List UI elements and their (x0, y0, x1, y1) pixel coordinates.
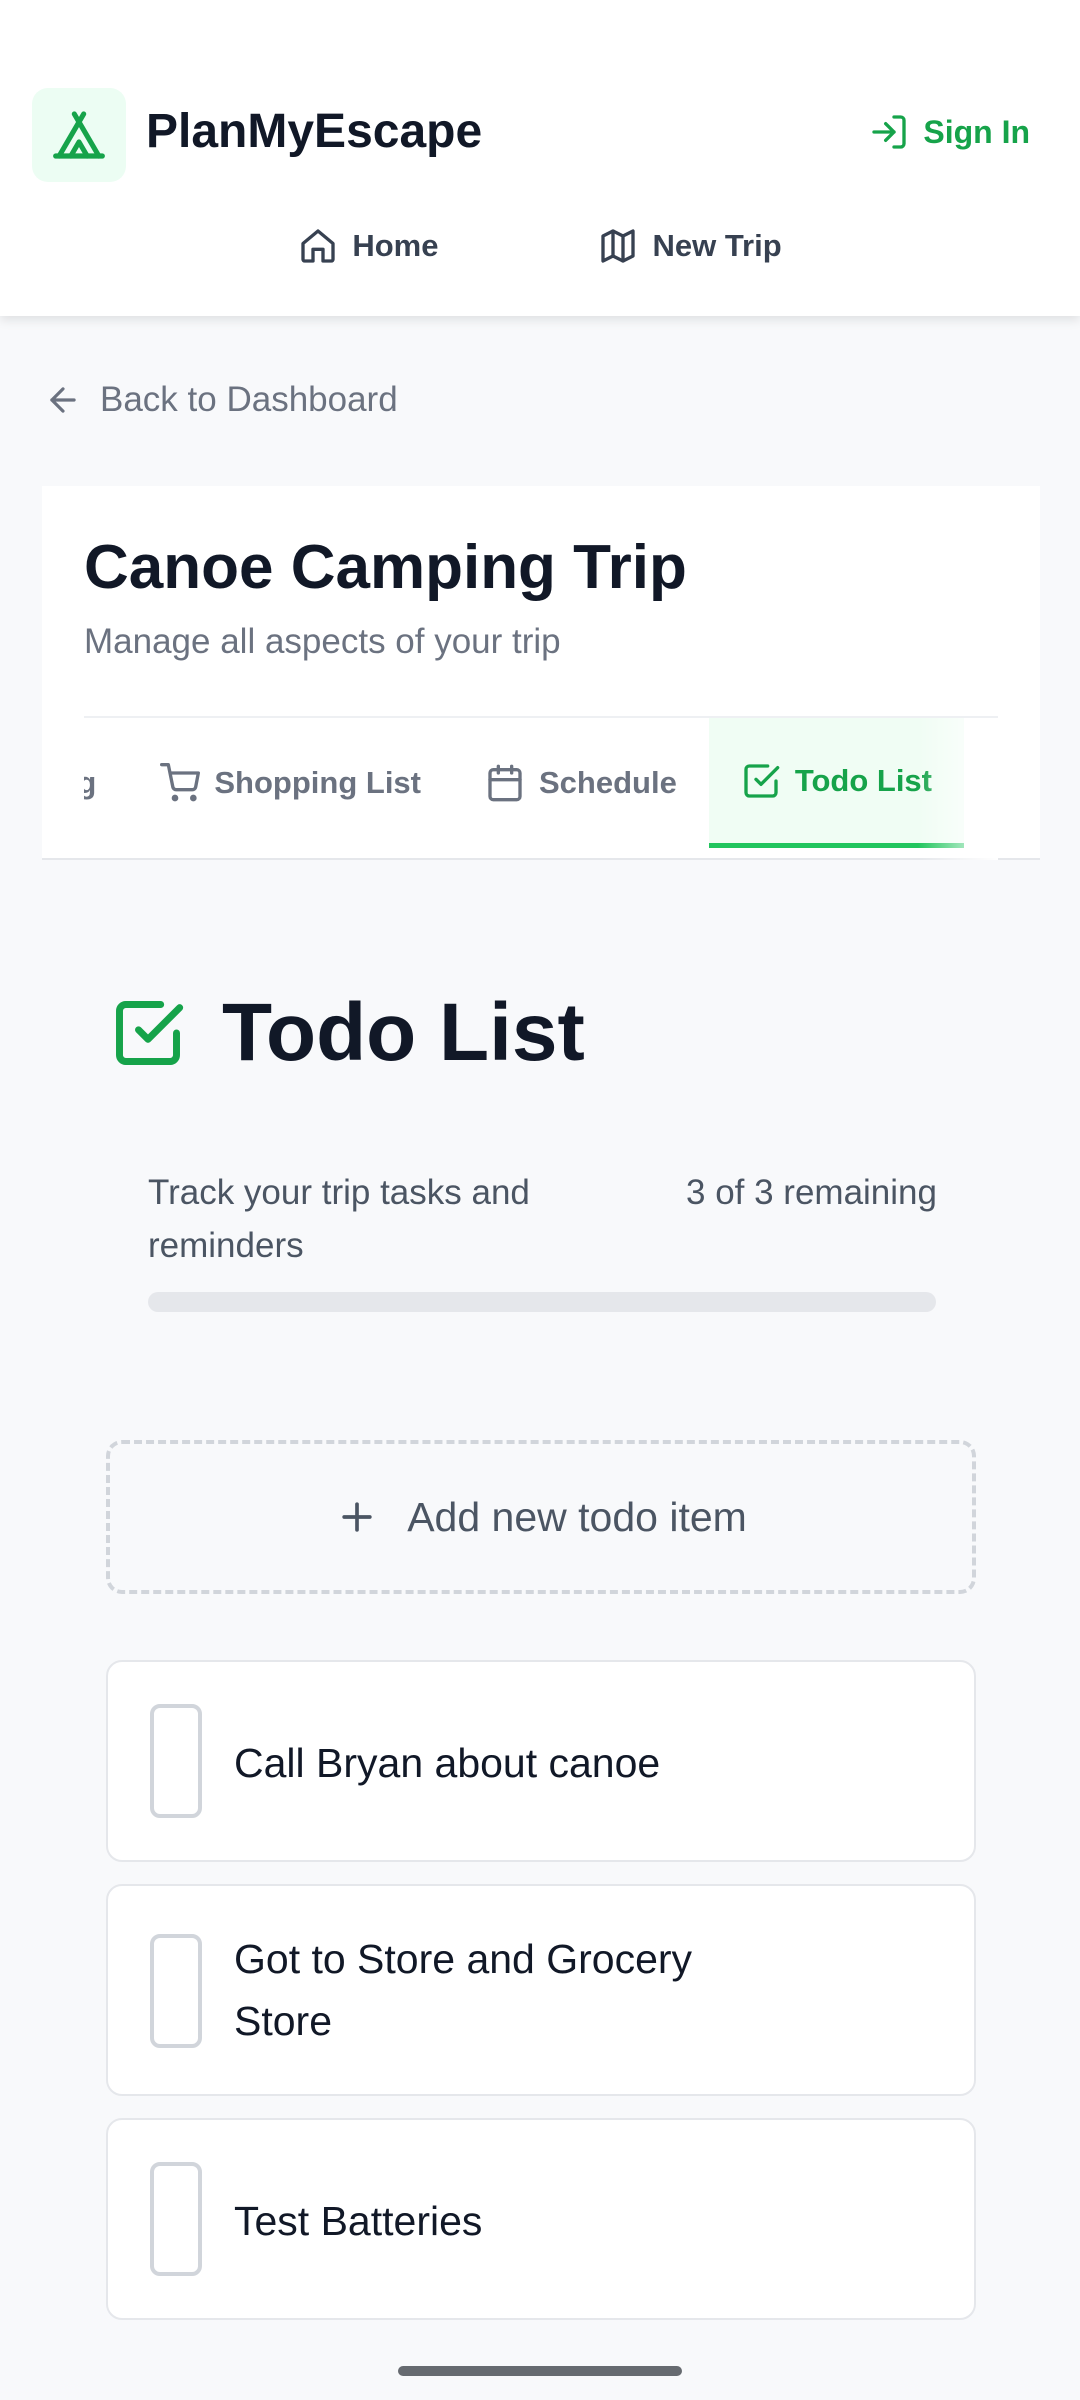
todo-item: Got to Store and Grocery Store (106, 1884, 976, 2096)
trip-card: Canoe Camping Trip Manage all aspects of… (42, 486, 1040, 860)
back-to-dashboard-link[interactable]: Back to Dashboard (44, 380, 398, 420)
todo-checkbox[interactable] (150, 1934, 202, 2048)
todo-text: Call Bryan about canoe (234, 1740, 661, 1786)
add-todo-label: Add new todo item (407, 1493, 747, 1540)
remaining-count: 3 of 3 remaining (686, 1173, 937, 1212)
todo-text: Test Batteries (234, 2198, 483, 2244)
tab-shopping-list[interactable]: Shopping List (128, 718, 453, 848)
tent-icon (53, 111, 105, 159)
todo-item: Call Bryan about canoe (106, 1660, 976, 1862)
main-nav: Home New Trip (0, 226, 1080, 266)
nav-new-trip[interactable]: New Trip (598, 226, 782, 266)
tabs-scroll-fade (918, 718, 998, 860)
todo-section-title: Todo List (222, 987, 585, 1078)
todo-description: Track your trip tasks and reminders (148, 1173, 530, 1265)
home-icon (301, 229, 335, 263)
todo-checkbox[interactable] (150, 1704, 202, 1818)
tab-schedule[interactable]: Schedule (453, 718, 709, 848)
logo[interactable] (32, 88, 126, 182)
app-title[interactable]: PlanMyEscape (146, 104, 482, 159)
progress-bar (148, 1292, 936, 1312)
trip-title: Canoe Camping Trip (84, 533, 687, 602)
todo-section-header: Todo List (110, 986, 585, 1080)
add-todo-button[interactable]: Add new todo item (106, 1440, 976, 1594)
todo-checkbox[interactable] (150, 2162, 202, 2276)
log-in-icon (872, 115, 907, 149)
trip-tabs[interactable]: nning Shopping List Schedule Todo List (84, 718, 998, 860)
trip-subtitle: Manage all aspects of your trip (84, 622, 561, 661)
tab-meal-planning-label: nning (84, 765, 97, 800)
shopping-cart-icon (160, 763, 201, 802)
plus-icon (342, 1502, 372, 1532)
tab-todo-list-label: Todo List (794, 762, 932, 798)
todo-text: Got to Store and Grocery Store (234, 1936, 693, 2044)
tab-shopping-list-label: Shopping List (214, 765, 421, 800)
back-link-label: Back to Dashboard (100, 380, 398, 419)
tab-schedule-label: Schedule (539, 765, 677, 800)
todo-item: Test Batteries (106, 2118, 976, 2320)
nav-new-trip-label: New Trip (652, 228, 782, 263)
app-header: PlanMyEscape Sign In Home New Trip (0, 0, 1080, 316)
sign-in-button[interactable]: Sign In (869, 112, 1030, 152)
check-square-icon (744, 763, 780, 798)
map-icon (601, 229, 636, 263)
calendar-icon (488, 764, 522, 802)
tab-meal-planning[interactable]: nning (84, 718, 128, 848)
sign-in-label: Sign In (923, 113, 1030, 150)
nav-home[interactable]: Home (298, 226, 438, 266)
arrow-left-icon (50, 387, 76, 413)
gesture-home-bar[interactable] (398, 2366, 682, 2376)
nav-home-label: Home (352, 228, 439, 263)
check-square-icon (116, 1001, 184, 1065)
